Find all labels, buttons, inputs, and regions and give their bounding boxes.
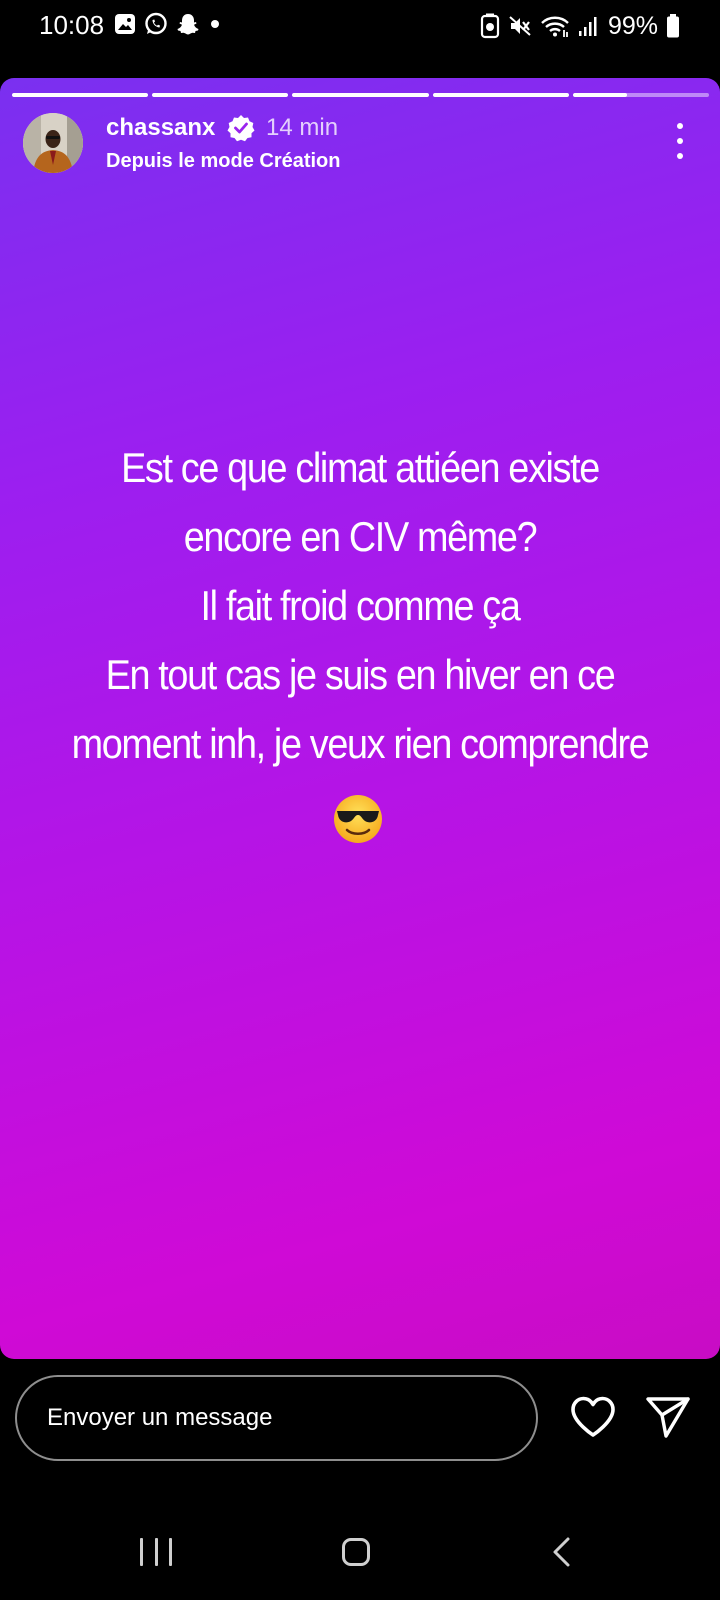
message-placeholder: Envoyer un message	[47, 1404, 273, 1431]
navigation-bar	[0, 1520, 720, 1590]
sunglasses-emoji	[332, 793, 384, 845]
story-text-line: moment inh, je veux rien comprendre	[71, 720, 650, 767]
story-progress	[12, 93, 710, 97]
more-options-icon[interactable]	[670, 123, 690, 159]
verified-badge-icon	[227, 115, 255, 142]
story-subtitle[interactable]: Depuis le mode Création	[106, 150, 341, 173]
story-text-line: encore en CIV même?	[183, 513, 538, 560]
story-time-ago: 14 min	[266, 114, 339, 141]
story-progress-fill	[432, 93, 569, 97]
story-progress-segment	[292, 93, 429, 97]
screen: 10:08 99% chassanx 14 min Depuis le mode…	[0, 0, 720, 1600]
avatar[interactable]	[23, 113, 83, 173]
send-icon[interactable]	[645, 1394, 691, 1440]
notification-icons	[114, 12, 222, 36]
story-text-line: En tout cas je suis en hiver en ce	[105, 651, 616, 698]
username[interactable]: chassanx	[106, 114, 215, 142]
gallery-icon	[115, 14, 135, 34]
avatar-image	[23, 113, 83, 173]
system-icons: 99%	[480, 10, 680, 42]
signal-icon	[578, 17, 597, 36]
status-bar: 10:08 99%	[0, 0, 720, 52]
story-progress-segment	[12, 93, 149, 97]
story-progress-segment	[152, 93, 289, 97]
story-progress-fill	[12, 93, 149, 97]
story-progress-segment	[572, 93, 710, 97]
heart-icon[interactable]	[569, 1395, 617, 1439]
story-progress-fill	[292, 93, 429, 97]
story-text: Est ce que climat attiéen existe encore …	[50, 433, 669, 778]
story-text-line: Il fait froid comme ça	[200, 582, 520, 629]
battery-percent: 99%	[607, 11, 658, 40]
story-card[interactable]: chassanx 14 min Depuis le mode Création …	[0, 78, 720, 1359]
snapchat-icon	[177, 14, 199, 35]
dot-icon	[211, 20, 219, 28]
whatsapp-icon	[145, 12, 167, 35]
story-progress-fill	[152, 93, 289, 97]
battery-icon	[667, 14, 679, 38]
story-text-line: Est ce que climat attiéen existe	[121, 444, 600, 491]
mute-icon	[509, 16, 531, 36]
status-time: 10:08	[39, 10, 105, 40]
back-icon[interactable]	[550, 1536, 574, 1568]
data-saver-icon	[480, 13, 500, 39]
wifi-icon	[541, 16, 569, 37]
home-icon[interactable]	[342, 1538, 370, 1566]
story-progress-segment	[432, 93, 569, 97]
recent-apps-icon[interactable]	[140, 1538, 172, 1568]
story-progress-fill	[572, 93, 628, 97]
message-input[interactable]: Envoyer un message	[15, 1375, 538, 1461]
